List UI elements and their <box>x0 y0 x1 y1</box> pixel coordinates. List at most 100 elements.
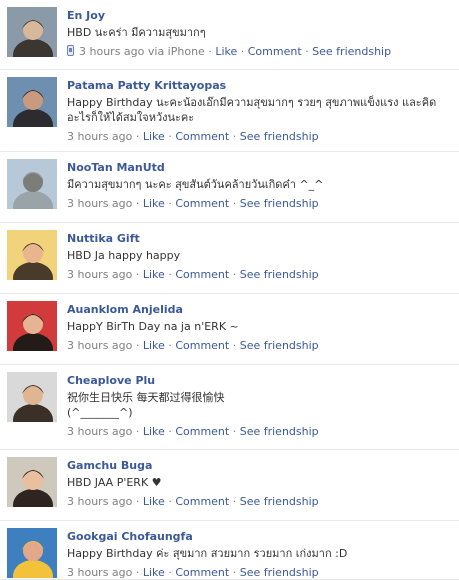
meta-separator: · <box>168 268 172 281</box>
profile-photo-icon <box>7 301 57 351</box>
post-timestamp[interactable]: 3 hours ago <box>67 566 132 579</box>
wall-post: Cheaplove Plu 祝你生日快乐 每天都过得很愉快 (^_______^)… <box>0 365 459 450</box>
meta-separator: · <box>168 339 172 352</box>
post-content: Gookgai Chofaungfa Happy Birthday ค่ะ สุข… <box>67 529 455 580</box>
like-link[interactable]: Like <box>215 45 237 58</box>
comment-link[interactable]: Comment <box>175 268 229 281</box>
meta-separator: · <box>135 130 140 143</box>
mobile-phone-icon <box>67 45 74 56</box>
avatar[interactable] <box>7 77 57 127</box>
profile-photo-icon <box>7 457 57 507</box>
avatar[interactable] <box>7 457 57 507</box>
see-friendship-link[interactable]: See friendship <box>240 339 319 352</box>
meta-separator: · <box>168 425 172 438</box>
author-name-link[interactable]: NooTan ManUtd <box>67 160 455 175</box>
wall-post: Nuttika Gift HBD Ja happy happy 3 hours ag… <box>0 223 459 294</box>
post-timestamp[interactable]: 3 hours ago <box>67 197 132 210</box>
wall-post: Gamchu Buga HBD JAA P'ERK ♥ 3 hours ago · … <box>0 450 459 521</box>
post-message: HBD นะคร่า มีความสุขมากๆ <box>67 26 206 39</box>
meta-separator: · <box>135 339 140 352</box>
post-timestamp[interactable]: 3 hours ago <box>67 495 132 508</box>
post-meta: 3 hours ago · Like · Comment · See frien… <box>67 424 455 439</box>
comment-link[interactable]: Comment <box>175 495 229 508</box>
post-content: Cheaplove Plu 祝你生日快乐 每天都过得很愉快 (^_______^)… <box>67 373 455 439</box>
post-message: Happy Birthday นะคะน้องเอ๊กมีความสุขมากๆ… <box>67 96 437 124</box>
post-message: Happy Birthday ค่ะ สุขมาก สวยมาก รวยมาก … <box>67 547 348 560</box>
see-friendship-link[interactable]: See friendship <box>240 130 319 143</box>
post-content: Patama Patty Krittayopas Happy Birthday น… <box>67 78 455 144</box>
meta-separator: · <box>135 268 140 281</box>
see-friendship-link[interactable]: See friendship <box>312 45 391 58</box>
post-timestamp[interactable]: 3 hours ago <box>79 45 144 58</box>
post-meta: 3 hours ago · Like · Comment · See frien… <box>67 196 455 211</box>
profile-photo-icon <box>7 7 57 57</box>
like-link[interactable]: Like <box>143 339 165 352</box>
post-meta: 3 hours ago via iPhone · Like · Comment … <box>67 44 455 59</box>
post-timestamp[interactable]: 3 hours ago <box>67 130 132 143</box>
see-friendship-link[interactable]: See friendship <box>240 268 319 281</box>
comment-link[interactable]: Comment <box>248 45 302 58</box>
post-content: Gamchu Buga HBD JAA P'ERK ♥ 3 hours ago · … <box>67 458 455 509</box>
avatar[interactable] <box>7 372 57 422</box>
meta-separator: · <box>232 495 237 508</box>
like-link[interactable]: Like <box>143 268 165 281</box>
comment-link[interactable]: Comment <box>175 425 229 438</box>
post-content: En Joy HBD นะคร่า มีความสุขมากๆ 3 hours ag… <box>67 8 455 59</box>
post-timestamp[interactable]: 3 hours ago <box>67 425 132 438</box>
like-link[interactable]: Like <box>143 495 165 508</box>
meta-separator: · <box>232 130 237 143</box>
author-name-link[interactable]: Cheaplove Plu <box>67 373 455 388</box>
comment-link[interactable]: Comment <box>175 566 229 579</box>
author-name-link[interactable]: Gookgai Chofaungfa <box>67 529 455 544</box>
post-timestamp[interactable]: 3 hours ago <box>67 339 132 352</box>
see-friendship-link[interactable]: See friendship <box>240 197 319 210</box>
meta-separator: · <box>240 45 245 58</box>
wall-post: En Joy HBD นะคร่า มีความสุขมากๆ 3 hours ag… <box>0 0 459 70</box>
meta-separator: · <box>135 197 140 210</box>
avatar[interactable] <box>7 230 57 280</box>
avatar[interactable] <box>7 159 57 209</box>
meta-separator: · <box>135 495 140 508</box>
meta-separator: · <box>168 130 172 143</box>
profile-photo-icon <box>7 159 57 209</box>
post-source: via iPhone <box>147 45 205 58</box>
avatar[interactable] <box>7 7 57 57</box>
author-name-link[interactable]: Nuttika Gift <box>67 231 455 246</box>
like-link[interactable]: Like <box>143 130 165 143</box>
meta-separator: · <box>232 339 237 352</box>
wall-post: Gookgai Chofaungfa Happy Birthday ค่ะ สุข… <box>0 521 459 580</box>
meta-separator: · <box>232 197 237 210</box>
post-meta: 3 hours ago · Like · Comment · See frien… <box>67 565 455 580</box>
post-content: Nuttika Gift HBD Ja happy happy 3 hours ag… <box>67 231 455 282</box>
meta-separator: · <box>208 45 212 58</box>
like-link[interactable]: Like <box>143 197 165 210</box>
author-name-link[interactable]: Auanklom Anjelida <box>67 302 455 317</box>
meta-separator: · <box>168 566 172 579</box>
post-meta: 3 hours ago · Like · Comment · See frien… <box>67 338 455 353</box>
author-name-link[interactable]: En Joy <box>67 8 455 23</box>
post-message: HappY BirTh Day na ja n'ERK ~ <box>67 320 239 333</box>
avatar[interactable] <box>7 528 57 578</box>
post-message: 祝你生日快乐 每天都过得很愉快 (^_______^) <box>67 391 225 419</box>
post-content: NooTan ManUtd มีความสุขมากๆ นะคะ สุขสันต์… <box>67 160 455 211</box>
author-name-link[interactable]: Gamchu Buga <box>67 458 455 473</box>
like-link[interactable]: Like <box>143 566 165 579</box>
see-friendship-link[interactable]: See friendship <box>240 425 319 438</box>
author-name-link[interactable]: Patama Patty Krittayopas <box>67 78 455 93</box>
see-friendship-link[interactable]: See friendship <box>240 566 319 579</box>
see-friendship-link[interactable]: See friendship <box>240 495 319 508</box>
meta-separator: · <box>135 566 140 579</box>
comment-link[interactable]: Comment <box>175 197 229 210</box>
like-link[interactable]: Like <box>143 425 165 438</box>
meta-separator: · <box>168 495 172 508</box>
post-content: Auanklom Anjelida HappY BirTh Day na ja n… <box>67 302 455 353</box>
profile-photo-icon <box>7 528 57 578</box>
avatar[interactable] <box>7 301 57 351</box>
post-meta: 3 hours ago · Like · Comment · See frien… <box>67 129 455 144</box>
comment-link[interactable]: Comment <box>175 339 229 352</box>
wall-post: Auanklom Anjelida HappY BirTh Day na ja n… <box>0 294 459 365</box>
post-timestamp[interactable]: 3 hours ago <box>67 268 132 281</box>
meta-separator: · <box>232 566 237 579</box>
meta-separator: · <box>135 425 140 438</box>
comment-link[interactable]: Comment <box>175 130 229 143</box>
